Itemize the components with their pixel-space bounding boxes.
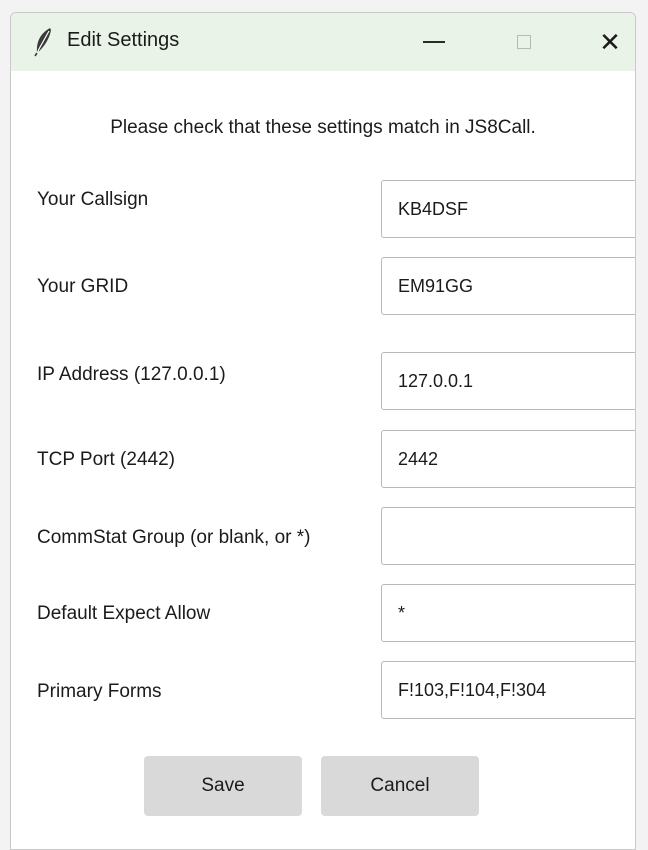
primary-forms-label: Primary Forms bbox=[37, 681, 162, 702]
grid-label: Your GRID bbox=[37, 276, 129, 297]
minimize-button[interactable] bbox=[411, 13, 457, 71]
grid-input[interactable] bbox=[381, 257, 635, 315]
tcp-port-label: TCP Port (2442) bbox=[37, 449, 175, 470]
title-bar[interactable]: Edit Settings ✕ bbox=[11, 13, 635, 71]
close-button[interactable]: ✕ bbox=[587, 13, 633, 71]
maximize-button[interactable] bbox=[501, 13, 547, 71]
edit-settings-window: Edit Settings ✕ Please check that these … bbox=[10, 12, 636, 850]
default-expect-allow-input[interactable] bbox=[381, 584, 635, 642]
ip-address-input[interactable] bbox=[381, 352, 635, 410]
cancel-button[interactable]: Cancel bbox=[321, 756, 479, 816]
close-icon: ✕ bbox=[599, 27, 621, 57]
commstat-group-label: CommStat Group (or blank, or *) bbox=[37, 527, 311, 548]
tcp-port-input[interactable] bbox=[381, 430, 635, 488]
feather-icon bbox=[33, 27, 55, 57]
ip-address-label: IP Address (127.0.0.1) bbox=[37, 364, 226, 385]
minimize-icon bbox=[423, 41, 445, 43]
callsign-input[interactable] bbox=[381, 180, 635, 238]
save-button[interactable]: Save bbox=[144, 756, 302, 816]
primary-forms-input[interactable] bbox=[381, 661, 635, 719]
window-title: Edit Settings bbox=[67, 29, 180, 51]
instruction-text: Please check that these settings match i… bbox=[110, 117, 536, 138]
callsign-label: Your Callsign bbox=[37, 189, 149, 210]
commstat-group-input[interactable] bbox=[381, 507, 635, 565]
maximize-icon bbox=[517, 35, 531, 49]
default-expect-allow-label: Default Expect Allow bbox=[37, 603, 211, 624]
